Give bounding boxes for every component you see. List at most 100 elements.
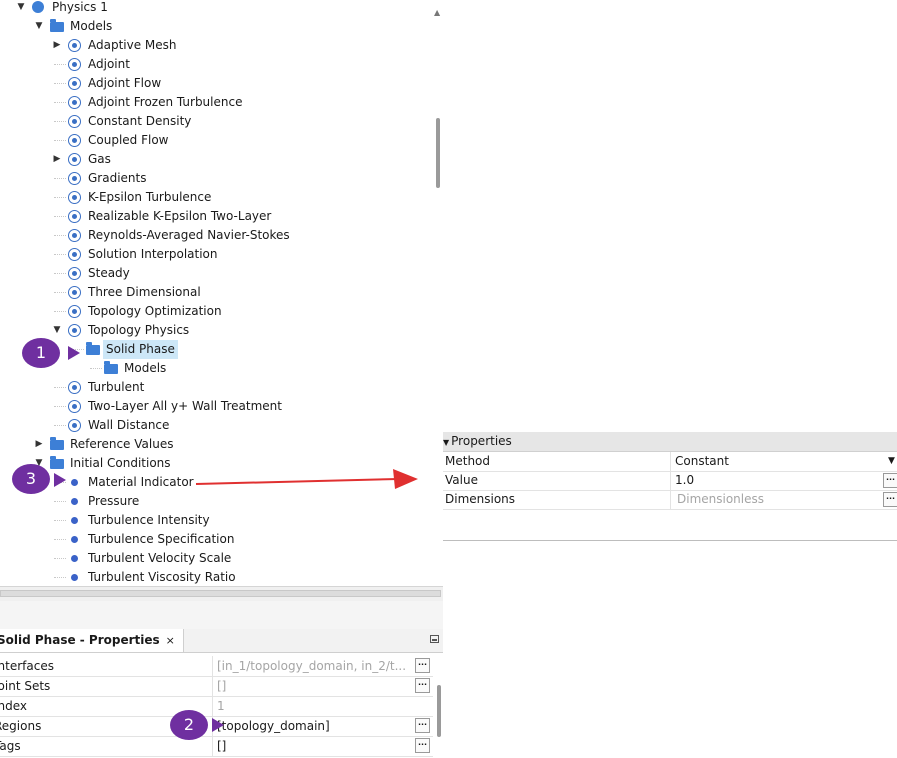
tree-item-label: Solution Interpolation bbox=[88, 247, 218, 261]
tree-item-topology-optimization[interactable]: Topology Optimization bbox=[0, 302, 430, 321]
tree-item-steady[interactable]: Steady bbox=[0, 264, 430, 283]
tree-connector bbox=[54, 577, 66, 578]
tree-item-reynolds-averaged-navier-stokes[interactable]: Reynolds-Averaged Navier-Stokes bbox=[0, 226, 430, 245]
tree-item-adaptive-mesh[interactable]: ▶ Adaptive Mesh bbox=[0, 36, 430, 55]
property-value[interactable]: [in_1/topology_domain, in_2/t... bbox=[212, 656, 415, 676]
tree-item-two-layer-all-y-wall-treatment[interactable]: Two-Layer All y+ Wall Treatment bbox=[0, 397, 430, 416]
expand-arrow-icon[interactable]: ▶ bbox=[52, 36, 62, 55]
tree-connector bbox=[54, 520, 66, 521]
property-value[interactable]: 1.0 bbox=[670, 471, 885, 490]
property-name: Tags bbox=[0, 739, 21, 753]
tree-horizontal-scrollbar[interactable] bbox=[0, 586, 443, 601]
tree-item-label: Topology Optimization bbox=[88, 304, 222, 318]
tree-item-turbulent-viscosity-ratio[interactable]: Turbulent Viscosity Ratio bbox=[0, 568, 430, 587]
expanded-arrow-icon[interactable]: ▼ bbox=[34, 17, 44, 36]
properties-section-header[interactable]: ▼ Properties bbox=[443, 432, 897, 452]
tree-item-adjoint[interactable]: Adjoint bbox=[0, 55, 430, 74]
tree-item-turbulence-intensity[interactable]: Turbulence Intensity bbox=[0, 511, 430, 530]
tree-item-physics-1[interactable]: ▼ Physics 1 bbox=[0, 0, 430, 17]
model-icon bbox=[68, 324, 81, 337]
dropdown-arrow-icon[interactable]: ▼ bbox=[888, 452, 895, 471]
tree-item-gas[interactable]: ▶ Gas bbox=[0, 150, 430, 169]
tree-item-initial-conditions[interactable]: ▼ Initial Conditions bbox=[0, 454, 430, 473]
minimize-icon[interactable] bbox=[430, 635, 439, 643]
tree-item-label: Reference Values bbox=[70, 437, 174, 451]
ellipsis-button[interactable]: ... bbox=[415, 738, 430, 753]
property-value[interactable]: [] bbox=[212, 736, 415, 756]
tree-item-topology-physics[interactable]: ▼ Topology Physics bbox=[0, 321, 430, 340]
tree-connector bbox=[54, 178, 66, 179]
tree-item-label: Two-Layer All y+ Wall Treatment bbox=[88, 399, 282, 413]
expanded-arrow-icon[interactable]: ▼ bbox=[52, 321, 62, 340]
tree-item-gradients[interactable]: Gradients bbox=[0, 169, 430, 188]
tree-item-reference-values[interactable]: ▶ Reference Values bbox=[0, 435, 430, 454]
tree-connector bbox=[90, 368, 102, 369]
folder-icon bbox=[104, 361, 118, 374]
property-value[interactable]: 1 bbox=[212, 696, 415, 716]
property-row-dimensions[interactable]: Dimensions Dimensionless... bbox=[443, 490, 897, 510]
dot-icon bbox=[71, 555, 78, 562]
model-icon bbox=[68, 305, 81, 318]
tree-item-adjoint-frozen-turbulence[interactable]: Adjoint Frozen Turbulence bbox=[0, 93, 430, 112]
tree-item-turbulent[interactable]: Turbulent bbox=[0, 378, 430, 397]
tree-item-label: Adjoint bbox=[88, 57, 130, 71]
horizontal-scroll-thumb[interactable] bbox=[0, 590, 441, 597]
properties-vertical-scrollbar[interactable] bbox=[435, 677, 443, 758]
tree-item-k-epsilon-turbulence[interactable]: K-Epsilon Turbulence bbox=[0, 188, 430, 207]
tree-item-label: Coupled Flow bbox=[88, 133, 169, 147]
property-name: Joint Sets bbox=[0, 679, 51, 693]
ellipsis-button[interactable]: ... bbox=[415, 678, 430, 693]
expanded-arrow-icon[interactable]: ▼ bbox=[16, 0, 26, 17]
tree-connector bbox=[54, 64, 66, 65]
tree-item-turbulence-specification[interactable]: Turbulence Specification bbox=[0, 530, 430, 549]
property-name: Index bbox=[0, 699, 28, 713]
tree-vertical-scrollbar[interactable]: ▲ bbox=[433, 0, 443, 590]
tree-item-label: Models bbox=[70, 19, 113, 33]
tree-item-adjoint-flow[interactable]: Adjoint Flow bbox=[0, 74, 430, 93]
property-row-index[interactable]: Index 1 bbox=[0, 696, 433, 717]
tree-item-solution-interpolation[interactable]: Solution Interpolation bbox=[0, 245, 430, 264]
tree-item-wall-distance[interactable]: Wall Distance bbox=[0, 416, 430, 435]
property-row-tags[interactable]: Tags []... bbox=[0, 736, 433, 757]
tree-item-constant-density[interactable]: Constant Density bbox=[0, 112, 430, 131]
simulation-tree[interactable]: ▼ Physics 1 ▼ Models ▶ Adaptive Mesh Adjoint Ad… bbox=[0, 0, 443, 590]
tree-item-models[interactable]: Models bbox=[0, 359, 430, 378]
close-icon[interactable]: × bbox=[166, 634, 175, 647]
tree-item-solid-phase[interactable]: Solid Phase bbox=[0, 340, 430, 359]
tree-connector bbox=[54, 197, 66, 198]
expand-arrow-icon[interactable]: ▶ bbox=[34, 435, 44, 454]
property-value[interactable]: [] bbox=[212, 676, 415, 696]
model-icon bbox=[68, 286, 81, 299]
tree-item-three-dimensional[interactable]: Three Dimensional bbox=[0, 283, 430, 302]
tab-title: Solid Phase - Properties bbox=[0, 633, 160, 647]
ellipsis-button[interactable]: ... bbox=[883, 492, 897, 507]
property-value[interactable]: Constant bbox=[670, 452, 885, 471]
tree-item-label: Models bbox=[124, 361, 167, 375]
expand-arrow-icon[interactable]: ▶ bbox=[52, 150, 62, 169]
tab-solid-phase-properties[interactable]: Solid Phase - Properties × bbox=[0, 629, 184, 652]
property-value[interactable]: Dimensionless bbox=[670, 490, 887, 509]
ellipsis-button[interactable]: ... bbox=[883, 473, 897, 488]
property-row-joint-sets[interactable]: Joint Sets []... bbox=[0, 676, 433, 697]
tree-item-models[interactable]: ▼ Models bbox=[0, 17, 430, 36]
callout-1-pointer bbox=[68, 346, 80, 360]
property-row-interfaces[interactable]: Interfaces [in_1/topology_domain, in_2/t.… bbox=[0, 656, 433, 677]
tree-item-label: Realizable K-Epsilon Two-Layer bbox=[88, 209, 272, 223]
tree-item-coupled-flow[interactable]: Coupled Flow bbox=[0, 131, 430, 150]
property-value[interactable]: [topology_domain] bbox=[212, 716, 415, 736]
panel-splitter[interactable] bbox=[0, 601, 443, 629]
tree-item-turbulent-velocity-scale[interactable]: Turbulent Velocity Scale bbox=[0, 549, 430, 568]
scroll-up-icon[interactable]: ▲ bbox=[434, 8, 440, 17]
tree-connector bbox=[54, 140, 66, 141]
property-row-value[interactable]: Value 1.0... bbox=[443, 471, 897, 491]
property-row-method[interactable]: Method Constant ▼ bbox=[443, 452, 897, 472]
tree-item-label: Adaptive Mesh bbox=[88, 38, 177, 52]
tree-connector bbox=[54, 83, 66, 84]
scroll-thumb[interactable] bbox=[436, 118, 440, 188]
ellipsis-button[interactable]: ... bbox=[415, 718, 430, 733]
tree-connector bbox=[54, 292, 66, 293]
ellipsis-button[interactable]: ... bbox=[415, 658, 430, 673]
properties-scroll-thumb[interactable] bbox=[437, 685, 441, 737]
tree-item-realizable-k-epsilon-two-layer[interactable]: Realizable K-Epsilon Two-Layer bbox=[0, 207, 430, 226]
tree-item-pressure[interactable]: Pressure bbox=[0, 492, 430, 511]
